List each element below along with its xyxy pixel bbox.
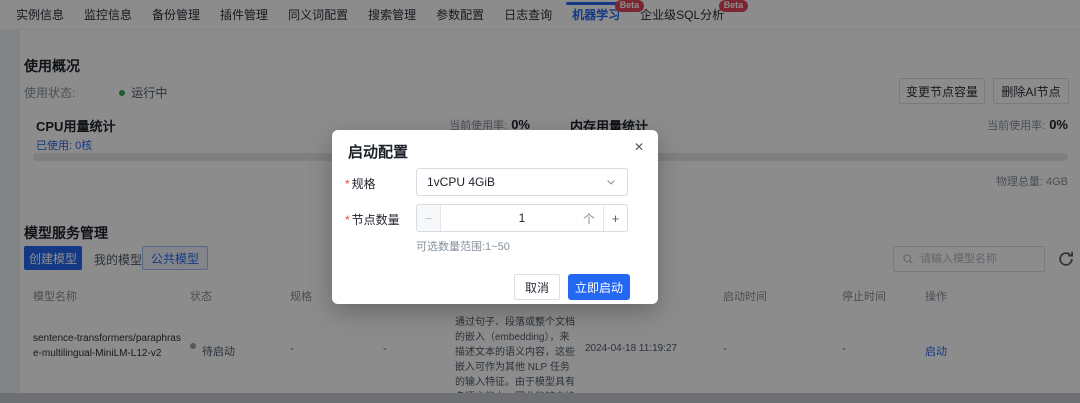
node-count-unit: 个 (583, 210, 595, 227)
node-count-input[interactable] (492, 211, 552, 225)
node-count-range-hint: 可选数量范围:1~50 (416, 238, 510, 254)
required-mark: * (345, 177, 350, 191)
chevron-down-icon (605, 176, 617, 188)
increment-button[interactable]: + (603, 205, 627, 231)
spec-label-text: 规格 (352, 177, 376, 191)
page: 实例信息 监控信息 备份管理 插件管理 同义词配置 搜索管理 参数配置 日志查询… (0, 0, 1080, 403)
required-mark: * (345, 213, 350, 227)
node-count-field-label: *节点数量 (345, 211, 400, 228)
spec-selected-value: 1vCPU 4GiB (427, 175, 495, 189)
node-count-stepper: − 个 + (416, 204, 628, 232)
spec-select[interactable]: 1vCPU 4GiB (416, 168, 628, 196)
launch-config-modal: 启动配置 ✕ *规格 1vCPU 4GiB *节点数量 − 个 + 可选数量范围… (332, 130, 658, 304)
launch-now-button[interactable]: 立即启动 (568, 274, 630, 300)
modal-title: 启动配置 (348, 141, 408, 162)
spec-field-label: *规格 (345, 175, 376, 192)
close-icon[interactable]: ✕ (634, 140, 644, 154)
cancel-button[interactable]: 取消 (514, 274, 560, 300)
decrement-button[interactable]: − (417, 205, 441, 231)
node-count-label-text: 节点数量 (352, 213, 400, 227)
